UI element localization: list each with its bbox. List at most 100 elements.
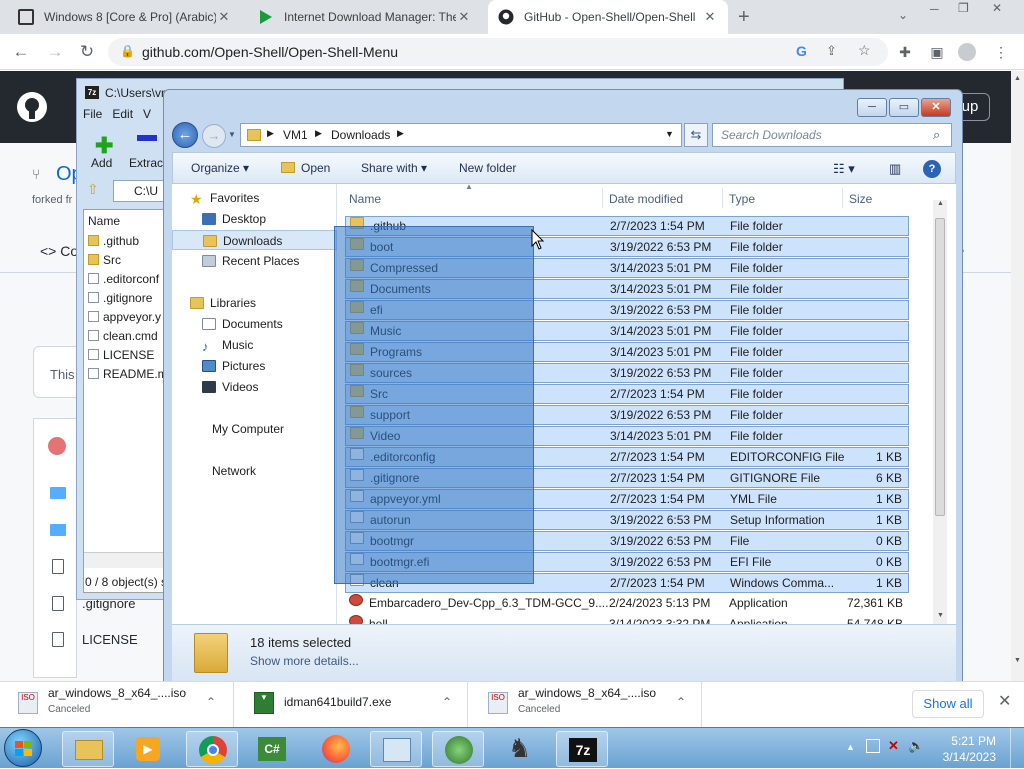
profile-avatar-icon[interactable] <box>958 43 976 61</box>
forward-icon[interactable]: → <box>44 41 66 63</box>
dropdown-icon[interactable]: ▼ <box>665 129 674 139</box>
view-options-icon[interactable]: ☷ ▾ <box>833 161 855 177</box>
taskbar-chess[interactable]: ♞ <box>494 731 546 767</box>
help-icon[interactable]: ? <box>923 160 941 178</box>
taskbar-idm[interactable] <box>432 731 484 767</box>
download-item-3[interactable]: ISO ar_windows_8_x64_....iso Canceled ⌃ <box>470 682 702 728</box>
show-hidden-icons[interactable]: ▲ <box>846 742 855 752</box>
sevenzip-file-item[interactable]: .github <box>88 234 139 248</box>
start-button[interactable] <box>4 729 42 767</box>
download-item-1[interactable]: ISO ar_windows_8_x64_....iso Canceled ⌃ <box>0 682 234 728</box>
address-bar[interactable]: 🔒 github.com/Open-Shell/Open-Shell-Menu … <box>108 38 888 66</box>
extract-button[interactable]: Extract <box>129 156 166 170</box>
search-field[interactable]: Search Downloads ⌕ <box>712 123 952 147</box>
extensions-icon[interactable]: ✚ <box>896 43 914 61</box>
breadcrumb-downloads[interactable]: Downloads <box>331 128 390 142</box>
sevenzip-file-item[interactable]: .editorconf <box>88 272 159 286</box>
taskbar-control-panel[interactable] <box>370 731 422 767</box>
download-item-2[interactable]: ▼ idman641build7.exe ⌃ <box>236 682 468 728</box>
tab-github[interactable]: GitHub - Open-Shell/Open-Shell ✕ <box>488 0 728 34</box>
restore-icon[interactable]: ❐ <box>958 1 969 15</box>
sevenzip-file-item[interactable]: Src <box>88 253 121 267</box>
minimize-button[interactable]: ─ <box>857 98 887 117</box>
menu-view[interactable]: V <box>143 107 151 127</box>
horizontal-scrollbar[interactable] <box>84 552 172 568</box>
close-button[interactable]: ✕ <box>921 98 951 117</box>
back-icon[interactable]: ← <box>10 41 32 63</box>
google-icon[interactable]: G <box>796 43 807 59</box>
menu-kebab-icon[interactable]: ⋮ <box>992 43 1010 61</box>
chevron-right-icon[interactable]: ▶ <box>315 128 322 139</box>
reload-icon[interactable]: ↻ <box>76 41 98 63</box>
sevenzip-path[interactable]: C:\U <box>113 180 165 202</box>
search-icon[interactable]: ⌕ <box>933 127 940 143</box>
sevenzip-file-item[interactable]: .gitignore <box>88 291 152 305</box>
tab-windows8[interactable]: Windows 8 [Core & Pro] (Arabic) ✕ <box>8 0 242 34</box>
taskbar-firefox[interactable] <box>310 731 362 767</box>
vertical-scrollbar[interactable]: ▲ ▼ <box>933 200 947 624</box>
close-downloads-icon[interactable]: ✕ <box>998 691 1011 711</box>
forward-button[interactable]: → <box>202 124 226 148</box>
share-icon[interactable]: ⇪ <box>826 43 837 59</box>
taskbar-7zip[interactable]: 7z <box>556 731 608 767</box>
chevron-up-icon[interactable]: ⌃ <box>442 695 452 709</box>
taskbar-devcpp[interactable]: C# <box>246 731 298 767</box>
scrollbar-thumb[interactable] <box>935 218 945 516</box>
scroll-down-icon[interactable]: ▼ <box>1014 657 1021 664</box>
column-header-date[interactable]: Date modified <box>609 192 683 206</box>
address-bar[interactable]: ▶ VM1 ▶ Downloads ▶ ▼ <box>240 123 682 147</box>
refresh-button[interactable]: ⇆ <box>684 123 708 147</box>
chevron-up-icon[interactable]: ⌃ <box>676 695 686 709</box>
close-tab-icon[interactable]: ✕ <box>456 9 472 25</box>
github-logo-icon[interactable] <box>16 91 48 123</box>
preview-pane-icon[interactable]: ▥ <box>889 161 901 177</box>
page-scrollbar[interactable]: ▲ ▼ <box>1011 71 1024 681</box>
nav-libraries[interactable]: Libraries <box>190 293 355 313</box>
show-all-button[interactable]: Show all <box>912 690 984 718</box>
chevron-right-icon[interactable]: ▶ <box>397 128 404 139</box>
column-name[interactable]: Name <box>88 214 120 228</box>
new-tab-button[interactable]: + <box>738 6 750 29</box>
taskbar-chrome[interactable] <box>186 731 238 767</box>
close-window-icon[interactable]: ✕ <box>992 1 1002 15</box>
tab-idm[interactable]: Internet Download Manager: The ✕ <box>248 0 482 34</box>
minimize-icon[interactable]: ─ <box>930 2 939 16</box>
column-header-size[interactable]: Size <box>849 192 872 206</box>
scroll-up-icon[interactable]: ▲ <box>1014 75 1021 82</box>
clock-time[interactable]: 5:21 PM <box>946 734 996 748</box>
maximize-button[interactable]: ▭ <box>889 98 919 117</box>
bookmark-star-icon[interactable]: ☆ <box>858 42 871 59</box>
sevenzip-file-item[interactable]: README.m <box>88 367 168 381</box>
close-tab-icon[interactable]: ✕ <box>216 9 232 25</box>
sevenzip-file-item[interactable]: clean.cmd <box>88 329 158 343</box>
file-row[interactable]: Embarcadero_Dev-Cpp_6.3_TDM-GCC_9.... 2/2… <box>345 594 909 614</box>
show-desktop-button[interactable] <box>1010 728 1024 769</box>
sevenzip-file-item[interactable]: LICENSE <box>88 348 154 362</box>
side-panel-icon[interactable]: ▣ <box>928 43 946 61</box>
up-folder-icon[interactable]: ⇧ <box>87 181 99 198</box>
open-button[interactable]: Open <box>301 161 330 175</box>
clock-date[interactable]: 3/14/2023 <box>940 750 996 764</box>
add-button[interactable]: Add <box>91 156 112 170</box>
recent-pages-icon[interactable]: ▼ <box>228 130 236 139</box>
menu-edit[interactable]: Edit <box>112 107 133 127</box>
nav-favorites[interactable]: ★ Favorites <box>190 188 355 208</box>
scroll-up-icon[interactable]: ▲ <box>937 200 944 207</box>
column-header-name[interactable]: Name <box>349 192 381 206</box>
sevenzip-file-item[interactable]: appveyor.y <box>88 310 161 324</box>
menu-file[interactable]: File <box>83 107 102 127</box>
chevron-right-icon[interactable]: ▶ <box>267 128 274 139</box>
chevron-up-icon[interactable]: ⌃ <box>206 695 216 709</box>
nav-downloads[interactable]: Downloads <box>172 230 337 250</box>
volume-icon[interactable]: 🔈 <box>908 738 924 754</box>
code-tab[interactable]: <> Co <box>40 243 78 259</box>
taskbar-media-player[interactable]: ▶ <box>122 731 174 767</box>
new-folder-button[interactable]: New folder <box>459 161 516 175</box>
share-with-button[interactable]: Share with ▾ <box>361 161 427 175</box>
tab-search-icon[interactable]: ⌄ <box>898 8 908 22</box>
scroll-down-icon[interactable]: ▼ <box>937 612 944 619</box>
action-center-icon[interactable]: ✕ <box>888 738 899 754</box>
show-more-details-link[interactable]: Show more details... <box>250 654 359 668</box>
taskbar-explorer[interactable] <box>62 731 114 767</box>
organize-button[interactable]: Organize ▾ <box>191 161 249 175</box>
